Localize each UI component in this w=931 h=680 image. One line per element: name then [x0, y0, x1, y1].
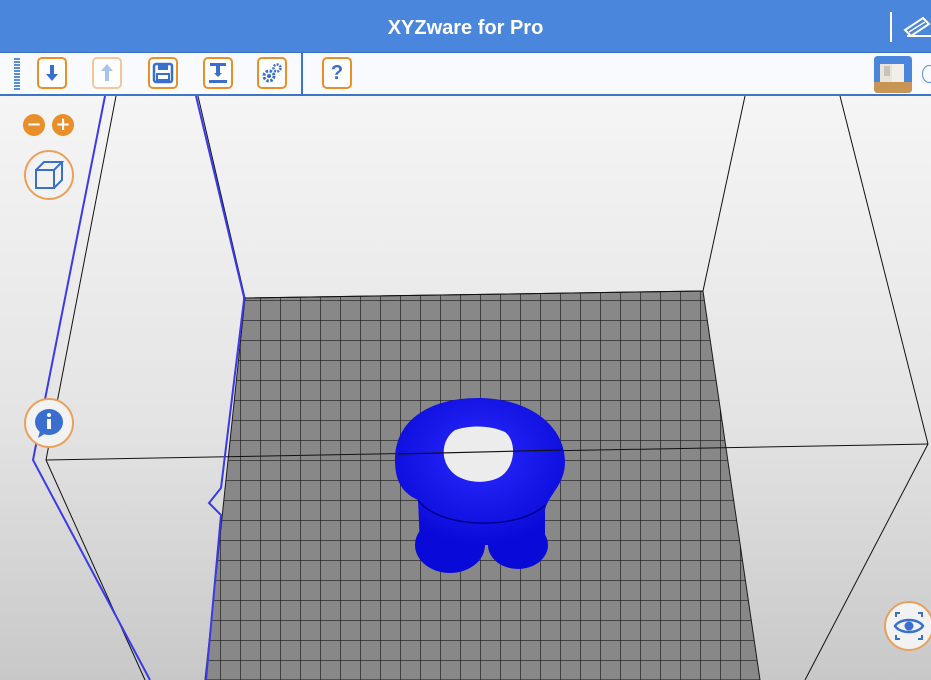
view-cube-button[interactable] [24, 150, 74, 200]
window-title: XYZware for Pro [387, 17, 544, 39]
printer-model-button[interactable] [874, 56, 912, 93]
export-button[interactable] [92, 57, 122, 89]
printer-nozzle-icon [209, 63, 227, 83]
save-button[interactable] [148, 57, 178, 89]
info-icon [35, 409, 63, 438]
partial-status-icon[interactable] [922, 65, 931, 83]
info-button[interactable] [24, 398, 74, 448]
zoom-out-button[interactable]: − [23, 114, 45, 136]
printer-thumbnail-icon [874, 56, 912, 93]
eye-icon [893, 612, 925, 640]
3d-viewport[interactable]: − + [0, 96, 931, 680]
title-bar: XYZware for Pro [0, 0, 931, 52]
settings-button[interactable] [257, 57, 287, 89]
toolbar-grip[interactable] [14, 58, 20, 90]
build-scene [31, 96, 929, 680]
import-down-arrow-icon [46, 65, 58, 81]
toolbar-separator [301, 53, 303, 94]
eye-view-button[interactable] [884, 601, 931, 651]
gears-icon [262, 63, 282, 83]
xyz-logo-icon [903, 16, 931, 38]
title-separator [890, 12, 892, 42]
cube-icon [35, 161, 65, 189]
export-up-arrow-icon [101, 64, 113, 81]
3d-model[interactable] [395, 398, 565, 573]
zoom-in-button[interactable]: + [52, 114, 74, 136]
question-mark-icon: ? [330, 62, 344, 84]
print-button[interactable] [203, 57, 233, 89]
help-button[interactable]: ? [322, 57, 352, 89]
main-toolbar: ? [0, 52, 931, 96]
import-button[interactable] [37, 57, 67, 89]
floppy-disk-icon [152, 62, 174, 84]
